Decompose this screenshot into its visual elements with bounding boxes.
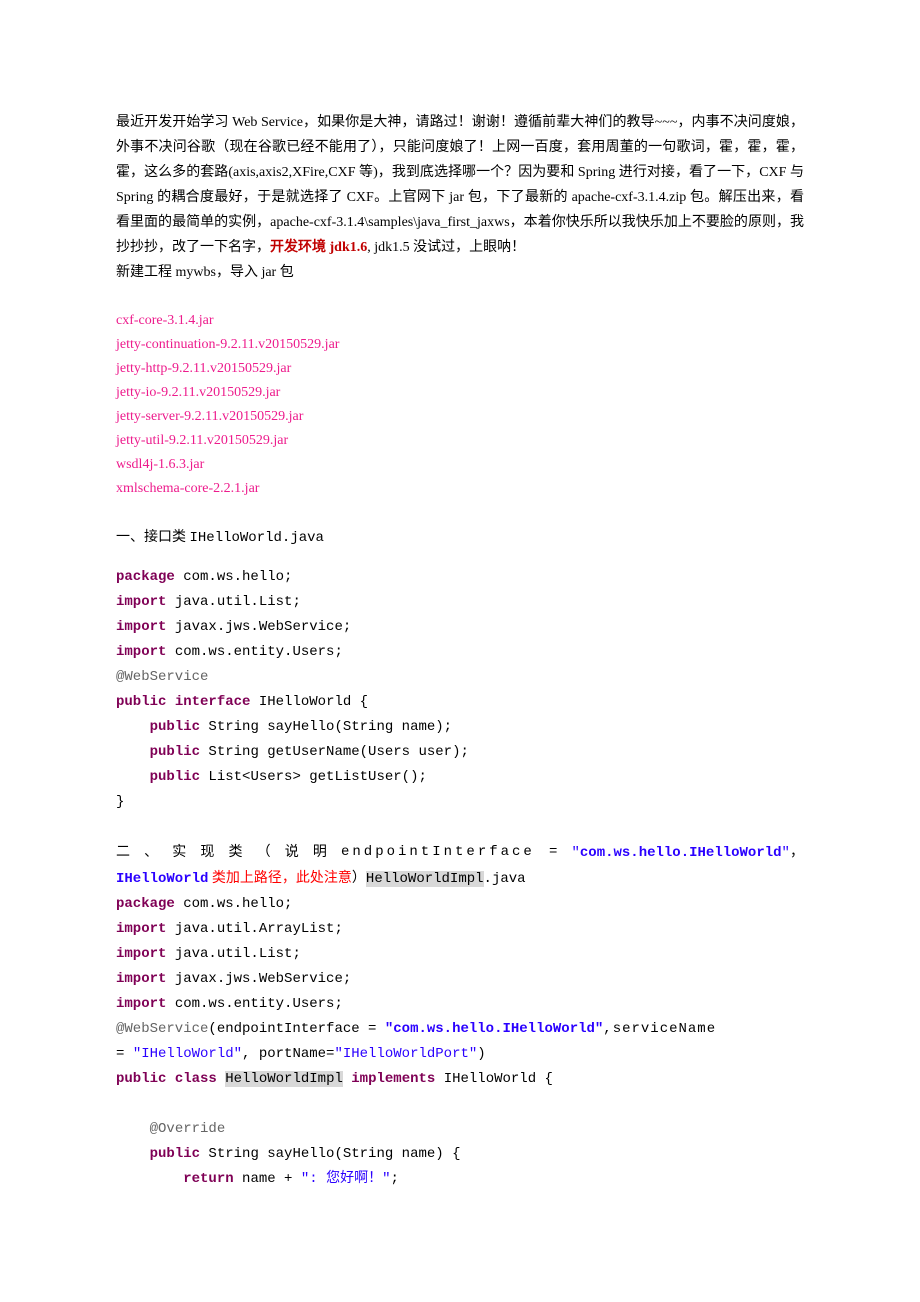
kw-public: public: [116, 694, 166, 710]
red-note: 类加上路径，此处注意: [208, 871, 352, 886]
code-text: String sayHello(String name) {: [200, 1146, 460, 1162]
code-text: String getUserName(Users user);: [200, 744, 469, 760]
kw-return: return: [183, 1171, 233, 1187]
q: ": [782, 845, 790, 861]
jar-item: jetty-http-9.2.11.v20150529.jar: [116, 357, 804, 381]
annotation: @WebService: [116, 1021, 208, 1037]
intro-text-b: , jdk1.5 没试过，上眼呐！: [367, 240, 525, 255]
code-block-2: package com.ws.hello; import java.util.A…: [116, 892, 804, 1192]
cls-name: IHelloWorld: [116, 871, 208, 887]
kw-implements: implements: [351, 1071, 435, 1087]
code-text: IHelloWorld {: [435, 1071, 553, 1087]
paren: ）: [352, 871, 366, 886]
code-text: }: [116, 794, 124, 810]
t: =: [549, 840, 557, 866]
t: 说: [285, 840, 299, 866]
code-block-1: package com.ws.hello; import java.util.L…: [116, 565, 804, 815]
code-text: List<Users> getListUser();: [200, 769, 427, 785]
kw-public: public: [150, 769, 200, 785]
kw-package: package: [116, 569, 175, 585]
code-text: IHelloWorld {: [250, 694, 368, 710]
code-text: =: [116, 1046, 133, 1062]
code-text: javax.jws.WebService;: [166, 619, 351, 635]
spacer: [116, 815, 804, 840]
code-text: String sayHello(String name);: [200, 719, 452, 735]
document-page: 最近开发开始学习 Web Service，如果你是大神，请路过！谢谢！遵循前辈大…: [0, 0, 920, 1302]
t: 类: [229, 840, 243, 866]
str: "IHelloWorld": [133, 1046, 242, 1062]
code-text: java.util.List;: [166, 946, 300, 962]
kw-public: public: [150, 719, 200, 735]
jar-item: xmlschema-core-2.2.1.jar: [116, 477, 804, 501]
t: "com.ws.hello.IHelloWorld"，: [571, 840, 803, 866]
kw-import: import: [116, 644, 166, 660]
jar-item: jetty-io-9.2.11.v20150529.jar: [116, 381, 804, 405]
code-text: ,serviceName: [603, 1021, 716, 1037]
kw-class: class: [175, 1071, 217, 1087]
section-2-title-line2: IHelloWorld 类加上路径，此处注意）HelloWorldImpl.ja…: [116, 866, 804, 892]
code-text: com.ws.entity.Users;: [166, 996, 342, 1012]
code-text: ;: [390, 1171, 398, 1187]
str: "IHelloWorldPort": [334, 1046, 477, 1062]
kw-import: import: [116, 946, 166, 962]
str: ": 您好啊！": [301, 1171, 391, 1187]
jar-item: wsdl4j-1.6.3.jar: [116, 453, 804, 477]
section-2-title-line1: 二 、 实 现 类 （ 说 明 endpointInterface = "com…: [116, 840, 804, 866]
kw-interface: interface: [175, 694, 251, 710]
dev-env-note: 开发环境 jdk1.6: [270, 240, 367, 255]
t: 现: [200, 840, 214, 866]
intro-paragraph-2: 新建工程 mywbs，导入 jar 包: [116, 260, 804, 285]
jar-item: jetty-continuation-9.2.11.v20150529.jar: [116, 333, 804, 357]
section-1-label: 一、接口类: [116, 530, 190, 545]
t: endpointInterface: [341, 840, 535, 866]
kw-import: import: [116, 921, 166, 937]
code-text: java.util.List;: [166, 594, 300, 610]
kw-public: public: [150, 1146, 200, 1162]
code-text: com.ws.hello;: [175, 896, 293, 912]
kw-public: public: [150, 744, 200, 760]
code-text: com.ws.entity.Users;: [166, 644, 342, 660]
t: （: [257, 840, 271, 866]
jar-item: jetty-util-9.2.11.v20150529.jar: [116, 429, 804, 453]
jar-item: cxf-core-3.1.4.jar: [116, 309, 804, 333]
kw-import: import: [116, 996, 166, 1012]
intro-text-a: 最近开发开始学习 Web Service，如果你是大神，请路过！谢谢！遵循前辈大…: [116, 115, 804, 255]
code-text: com.ws.hello;: [175, 569, 293, 585]
t: 、: [144, 840, 158, 866]
kw-public: public: [116, 1071, 166, 1087]
t: 二: [116, 840, 130, 866]
code-text: name +: [234, 1171, 301, 1187]
q: ": [571, 845, 579, 861]
jar-item: jetty-server-9.2.11.v20150529.jar: [116, 405, 804, 429]
annotation: @Override: [150, 1121, 226, 1137]
code-text: javax.jws.WebService;: [166, 971, 351, 987]
kw-package: package: [116, 896, 175, 912]
code-text: java.util.ArrayList;: [166, 921, 342, 937]
impl-ext: .java: [484, 871, 526, 887]
section-1-filename: IHelloWorld.java: [190, 530, 324, 546]
str: com.ws.hello.IHelloWorld: [580, 845, 782, 861]
code-text: ): [477, 1046, 485, 1062]
comma: ，: [790, 845, 804, 860]
kw-import: import: [116, 971, 166, 987]
jar-list: cxf-core-3.1.4.jar jetty-continuation-9.…: [116, 309, 804, 501]
kw-import: import: [116, 619, 166, 635]
class-name: HelloWorldImpl: [225, 1071, 343, 1087]
t: 实: [172, 840, 186, 866]
section-2-title: 二 、 实 现 类 （ 说 明 endpointInterface = "com…: [116, 840, 804, 892]
annotation: @WebService: [116, 669, 208, 685]
impl-filename: HelloWorldImpl: [366, 871, 484, 887]
kw-import: import: [116, 594, 166, 610]
code-text: (endpointInterface =: [208, 1021, 384, 1037]
intro-paragraph-1: 最近开发开始学习 Web Service，如果你是大神，请路过！谢谢！遵循前辈大…: [116, 110, 804, 260]
str: "com.ws.hello.IHelloWorld": [385, 1021, 603, 1037]
code-text: , portName=: [242, 1046, 334, 1062]
section-1-title: 一、接口类 IHelloWorld.java: [116, 525, 804, 551]
t: 明: [313, 840, 327, 866]
